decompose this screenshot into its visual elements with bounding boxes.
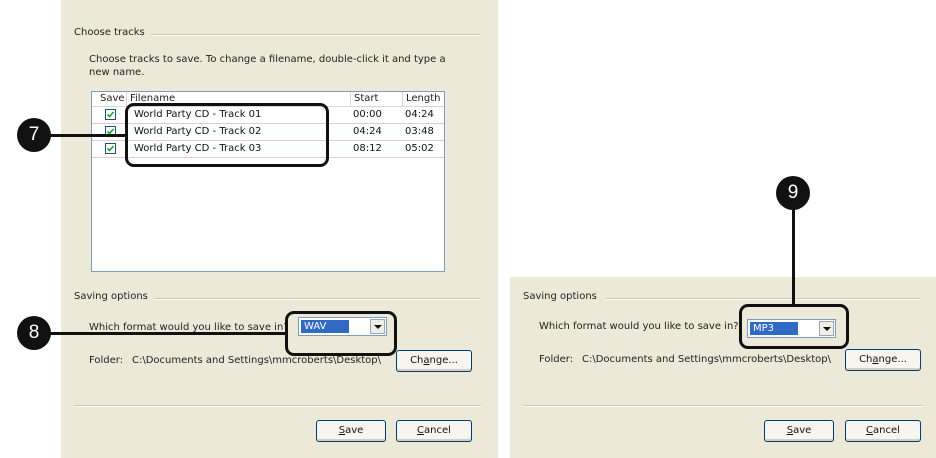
save-button[interactable]: Save xyxy=(764,420,834,442)
choose-tracks-title: Choose tracks xyxy=(74,27,151,38)
folder-path: C:\Documents and Settings\mmcroberts\Des… xyxy=(582,354,832,365)
track-start: 08:12 xyxy=(353,143,382,154)
footer-divider xyxy=(74,405,481,407)
track-length: 05:02 xyxy=(405,143,434,154)
change-folder-button[interactable]: Change... xyxy=(845,349,921,371)
track-start: 00:00 xyxy=(353,109,382,120)
folder-path: C:\Documents and Settings\mmcroberts\Des… xyxy=(132,355,382,366)
callout-9-badge: 9 xyxy=(776,176,810,210)
saving-options-divider xyxy=(154,298,481,300)
footer-divider xyxy=(523,405,923,407)
save-checkbox[interactable] xyxy=(105,143,116,154)
column-save[interactable]: Save xyxy=(92,92,127,106)
saving-options-panel: Saving options Which format would you li… xyxy=(510,277,936,458)
checkmark-icon xyxy=(106,145,115,152)
cancel-button[interactable]: Cancel xyxy=(845,420,921,442)
column-length[interactable]: Length xyxy=(403,92,445,106)
callout-7-leader xyxy=(44,134,128,137)
save-checkbox[interactable] xyxy=(105,109,116,120)
saving-options-title: Saving options xyxy=(74,291,154,302)
choose-tracks-divider xyxy=(151,34,481,36)
track-length: 03:48 xyxy=(405,126,434,137)
column-start[interactable]: Start xyxy=(351,92,403,106)
track-start: 04:24 xyxy=(353,126,382,137)
cancel-button[interactable]: Cancel xyxy=(396,420,472,442)
callout-8-badge: 8 xyxy=(17,316,51,350)
format-label: Which format would you like to save in? xyxy=(539,321,739,332)
folder-label: Folder: xyxy=(89,355,124,366)
callout-9-leader xyxy=(792,208,795,306)
checkmark-icon xyxy=(106,111,115,118)
format-highlight-box-left xyxy=(285,311,397,356)
change-folder-button[interactable]: Change... xyxy=(396,350,472,372)
track-length: 04:24 xyxy=(405,109,434,120)
saving-options-divider xyxy=(606,298,921,300)
tracks-highlight-box xyxy=(125,103,329,167)
callout-7-badge: 7 xyxy=(17,118,51,152)
folder-label: Folder: xyxy=(539,354,574,365)
choose-tracks-description: Choose tracks to save. To change a filen… xyxy=(89,54,446,78)
format-highlight-box-right xyxy=(739,304,849,349)
callout-8-leader xyxy=(46,332,288,335)
save-tracks-dialog: Choose tracks Choose tracks to save. To … xyxy=(61,0,498,458)
save-button[interactable]: Save xyxy=(316,420,386,442)
saving-options-title: Saving options xyxy=(523,291,603,302)
